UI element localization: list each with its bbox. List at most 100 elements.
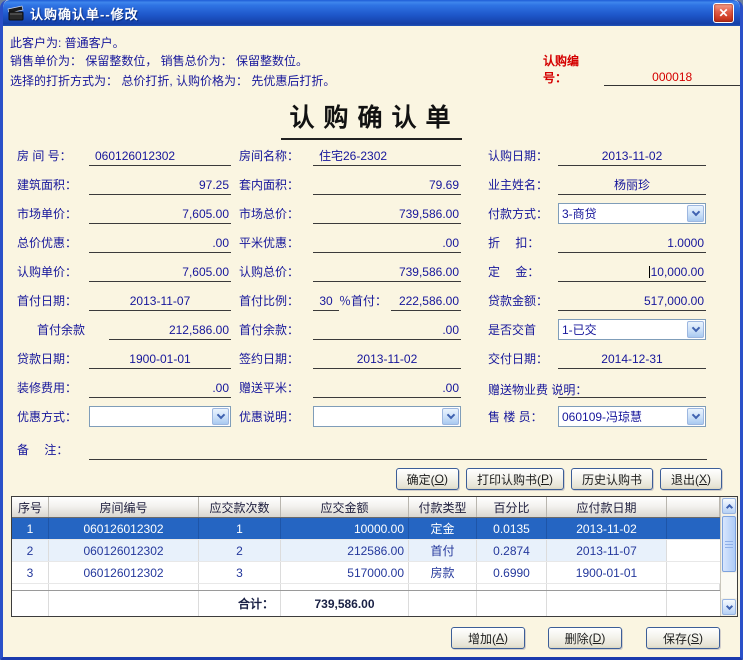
print-subscription-button[interactable]: 打印认购书(P) — [466, 468, 564, 490]
order-no-group: 认购编号： 000018 — [543, 52, 740, 86]
loan-date-label: 贷款日期： — [17, 350, 89, 369]
header-installment: 应交款次数 — [199, 497, 281, 517]
close-button[interactable]: ✕ — [713, 3, 734, 23]
scrollbar-track[interactable] — [721, 573, 737, 598]
down-payment-rest-left-field[interactable]: 212,586.00 — [109, 323, 231, 340]
chevron-down-icon — [725, 602, 732, 609]
table-total-row: 合计： 739,586.00 — [12, 590, 720, 616]
sign-date-field[interactable]: 2013-11-02 — [313, 352, 461, 369]
room-name-field[interactable]: 住宅26-2302 — [313, 149, 461, 166]
deposit-field[interactable]: 10,000.00 — [558, 265, 706, 282]
room-no-field[interactable]: 060126012302 — [89, 149, 231, 166]
loan-amount-field[interactable]: 517,000.00 — [558, 294, 706, 311]
subscribe-total-price-field[interactable]: 739,586.00 — [313, 265, 461, 282]
renovation-cost-field[interactable]: .00 — [89, 381, 231, 398]
header-room-no: 房间编号 — [49, 497, 199, 517]
app-icon — [7, 5, 25, 21]
header-amount: 应交金额 — [281, 497, 409, 517]
discount-rate-field[interactable]: 1.0000 — [558, 236, 706, 253]
room-no-label: 房 间 号： — [17, 147, 89, 166]
chevron-down-icon[interactable] — [212, 408, 229, 425]
sales-person-label: 售 楼 员： — [488, 408, 558, 427]
chevron-down-icon[interactable] — [687, 321, 704, 338]
delivery-date-field[interactable]: 2014-12-31 — [558, 352, 706, 369]
market-unit-price-label: 市场单价： — [17, 205, 89, 224]
table-row[interactable]: 3 060126012302 3 517000.00 房款 0.6990 190… — [12, 562, 720, 584]
scroll-up-button[interactable] — [722, 498, 736, 514]
table-row[interactable]: 2 060126012302 2 212586.00 首付 0.2874 201… — [12, 540, 720, 562]
down-payment-date-field[interactable]: 2013-11-07 — [89, 294, 231, 311]
chevron-up-icon — [725, 504, 732, 511]
chevron-down-icon[interactable] — [687, 408, 704, 425]
subscribe-unit-price-label: 认购单价： — [17, 263, 89, 282]
form-heading-wrap: 认购确认单 — [3, 98, 740, 140]
save-button[interactable]: 保存(S) — [646, 627, 720, 649]
sqm-discount-field[interactable]: .00 — [313, 236, 461, 253]
form-area: 房 间 号：060126012302 建筑面积：97.25 市场单价：7,605… — [3, 137, 743, 472]
building-area-label: 建筑面积： — [17, 176, 89, 195]
header-empty — [667, 497, 720, 517]
form-heading: 认购确认单 — [281, 98, 461, 140]
renovation-cost-label: 装修费用： — [17, 379, 89, 398]
down-payment-date-label: 首付日期： — [17, 292, 89, 311]
payment-method-select[interactable]: 3-商贷 — [558, 203, 706, 224]
action-bar: 确定(O) 打印认购书(P) 历史认购书 退出(X) — [396, 468, 722, 490]
chevron-down-icon[interactable] — [442, 408, 459, 425]
titlebar: 认购确认单--修改 ✕ — [3, 0, 740, 26]
down-payment-rest-mid-label: 首付余款： — [239, 321, 313, 340]
subscribe-date-field[interactable]: 2013-11-02 — [558, 149, 706, 166]
delete-button[interactable]: 删除(D) — [548, 627, 622, 649]
exit-button[interactable]: 退出(X) — [660, 468, 722, 490]
loan-amount-label: 贷款金额： — [488, 292, 558, 311]
market-unit-price-field[interactable]: 7,605.00 — [89, 207, 231, 224]
vertical-scrollbar[interactable] — [720, 497, 737, 616]
down-payment-rest-mid-field[interactable]: .00 — [313, 323, 461, 340]
first-paid-label: 是否交首 — [488, 321, 558, 340]
owner-name-label: 业主姓名： — [488, 176, 558, 195]
inner-area-label: 套内面积： — [239, 176, 313, 195]
down-payment-rest-left-label: 首付余款 — [17, 321, 109, 340]
inner-area-field[interactable]: 79.69 — [313, 178, 461, 195]
window-title: 认购确认单--修改 — [30, 4, 139, 23]
sqm-discount-label: 平米优惠： — [239, 234, 313, 253]
remark-field[interactable] — [89, 443, 707, 460]
scroll-down-button[interactable] — [722, 599, 736, 615]
chevron-down-icon[interactable] — [687, 205, 704, 222]
deposit-label: 定 金： — [488, 263, 558, 282]
subscribe-date-label: 认购日期： — [488, 147, 558, 166]
total-discount-field[interactable]: .00 — [89, 236, 231, 253]
thumb-grip-icon — [725, 541, 733, 548]
text-cursor — [649, 266, 650, 278]
confirm-button[interactable]: 确定(O) — [396, 468, 459, 490]
dialog-body: 此客户为: 普通客户。 销售单价为： 保留整数位， 销售总价为： 保留整数位。 … — [3, 26, 740, 657]
delivery-date-label: 交付日期： — [488, 350, 558, 369]
subscribe-unit-price-field[interactable]: 7,605.00 — [89, 265, 231, 282]
header-due-date: 应付款日期 — [547, 497, 667, 517]
history-subscription-button[interactable]: 历史认购书 — [571, 468, 653, 490]
discount-desc-select[interactable] — [313, 406, 461, 427]
down-payment-ratio-field[interactable]: 30 — [313, 294, 339, 311]
gift-sqm-field[interactable]: .00 — [313, 381, 461, 398]
sales-person-select[interactable]: 060109-冯琼慧 — [558, 406, 706, 427]
gift-property-fee-field[interactable] — [558, 381, 706, 398]
scrollbar-thumb[interactable] — [722, 516, 736, 572]
discount-mode-text: 选择的打折方式为： 总价打折, 认购价格为： 先优惠后打折。 — [10, 72, 335, 89]
order-no-label: 认购编号： — [543, 52, 600, 86]
add-button[interactable]: 增加(A) — [451, 627, 525, 649]
market-total-price-field[interactable]: 739,586.00 — [313, 207, 461, 224]
window: 认购确认单--修改 ✕ 此客户为: 普通客户。 销售单价为： 保留整数位， 销售… — [0, 0, 743, 660]
down-payment-sub-label: ％首付： — [339, 292, 391, 311]
table-row[interactable]: 1 060126012302 1 10000.00 定金 0.0135 2013… — [12, 518, 720, 540]
discount-method-select[interactable] — [89, 406, 231, 427]
subscribe-total-price-label: 认购总价： — [239, 263, 313, 282]
owner-name-field[interactable]: 杨丽珍 — [558, 178, 706, 195]
remark-label: 备 注： — [17, 441, 89, 460]
total-label: 合计： — [199, 591, 281, 616]
header-percent: 百分比 — [477, 497, 547, 517]
first-paid-select[interactable]: 1-已交 — [558, 319, 706, 340]
discount-method-label: 优惠方式： — [17, 408, 89, 427]
building-area-field[interactable]: 97.25 — [89, 178, 231, 195]
down-payment-amount-field[interactable]: 222,586.00 — [391, 294, 461, 311]
loan-date-field[interactable]: 1900-01-01 — [89, 352, 231, 369]
customer-type-text: 此客户为: 普通客户。 — [10, 34, 125, 51]
